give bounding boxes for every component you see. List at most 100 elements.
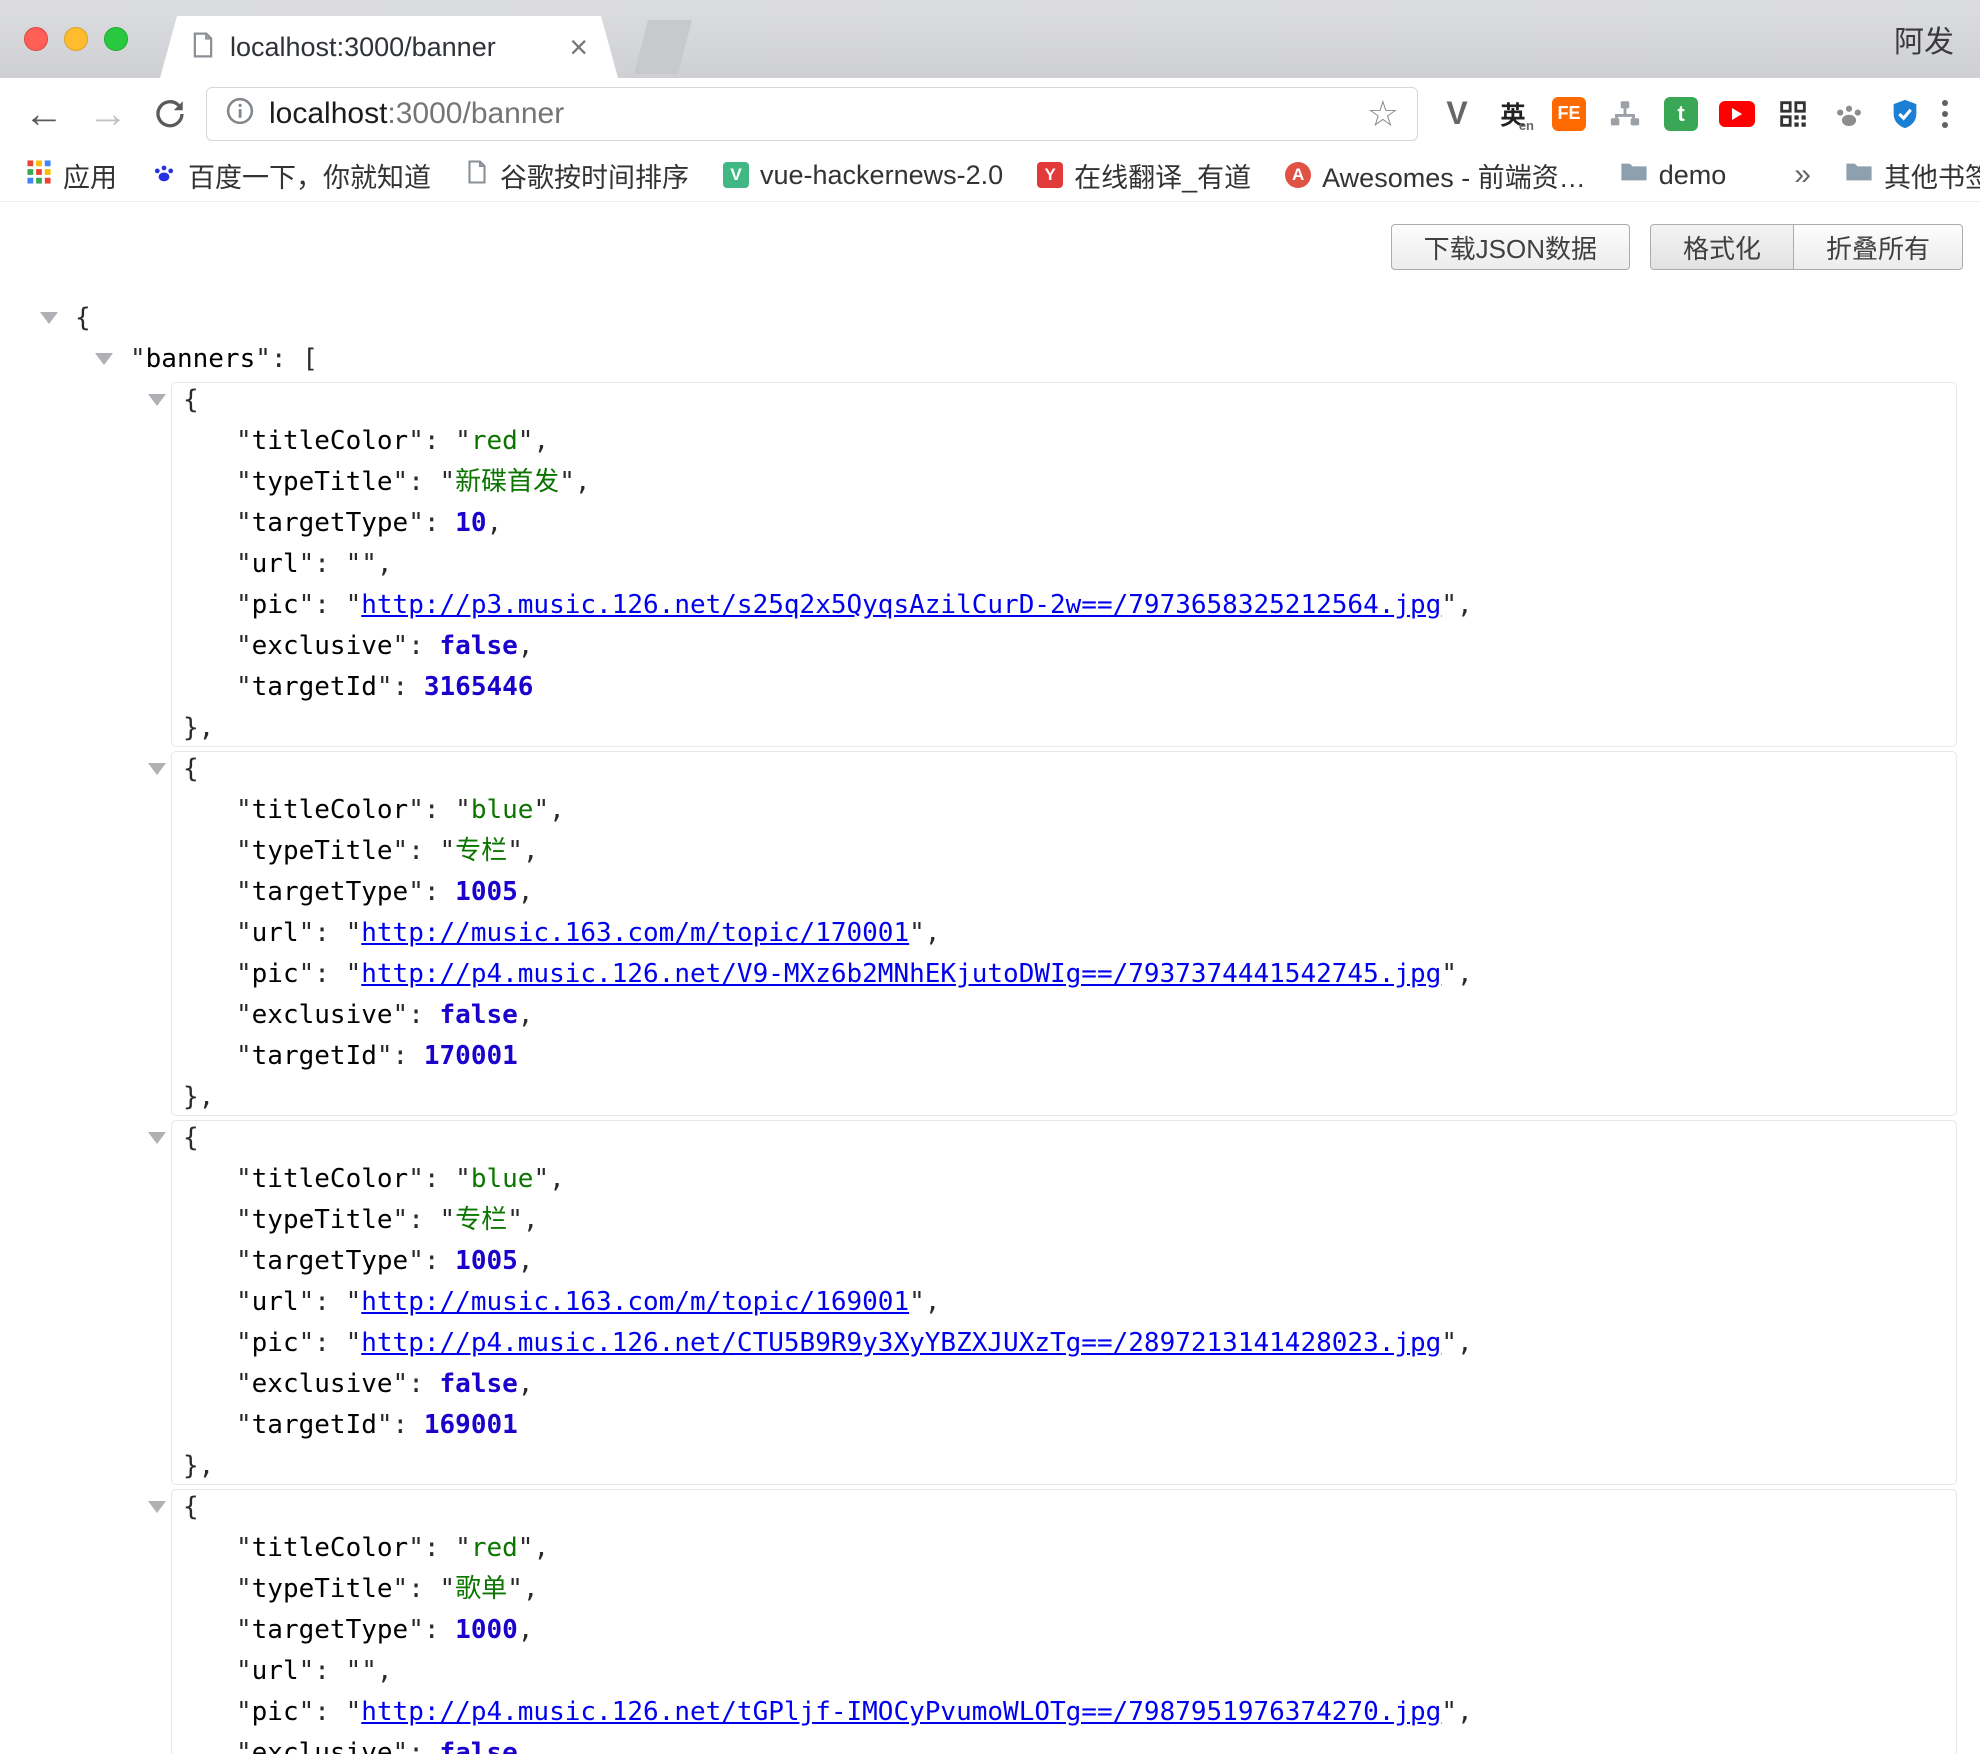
bookmark-google-sort[interactable]: 谷歌按时间排序: [465, 156, 689, 195]
json-object-close: },: [183, 708, 1957, 749]
collapse-all-button[interactable]: 折叠所有: [1793, 224, 1963, 270]
minimize-window-button[interactable]: [64, 27, 88, 51]
org-chart-extension-icon[interactable]: [1606, 95, 1644, 133]
tab-title: localhost:3000/banner: [230, 32, 557, 63]
json-property: "url": "http://music.163.com/m/topic/170…: [236, 913, 1957, 954]
bookmark-label: 谷歌按时间排序: [500, 156, 689, 195]
window-controls: [24, 27, 128, 51]
json-property: "url": "",: [236, 1651, 1957, 1692]
json-property: "targetType": 1005,: [236, 1241, 1957, 1282]
profile-name[interactable]: 阿发: [1894, 17, 1954, 61]
browser-toolbar: ← → localhost:3000/banner ☆ V 英en FE t: [0, 78, 1980, 149]
json-property: "pic": "http://p4.music.126.net/CTU5B9R9…: [236, 1323, 1957, 1364]
json-property: "pic": "http://p4.music.126.net/tGPljf-I…: [236, 1692, 1957, 1733]
json-property: "titleColor": "blue",: [236, 790, 1957, 831]
page-icon: [465, 160, 489, 191]
json-property: "targetType": 1005,: [236, 872, 1957, 913]
json-link[interactable]: http://p4.music.126.net/V9-MXz6b2MNhEKju…: [361, 959, 1441, 989]
apps-grid-icon: [26, 159, 52, 192]
page-content: 下载JSON数据 格式化 折叠所有 { "banners": [ {"title…: [0, 202, 1980, 1754]
collapse-toggle-icon[interactable]: [148, 1132, 166, 1144]
bookmark-label: vue-hackernews-2.0: [760, 160, 1003, 191]
url-host: localhost: [269, 97, 387, 130]
json-property: "targetId": 3165446: [236, 667, 1957, 708]
v-extension-icon[interactable]: V: [1438, 95, 1476, 133]
bookmark-label: 在线翻译_有道: [1074, 156, 1251, 195]
baidu-paw-icon: [151, 159, 177, 192]
json-toolbox: 下载JSON数据 格式化 折叠所有: [1391, 224, 1963, 270]
json-property: "typeTitle": "歌单",: [236, 1569, 1957, 1610]
json-property: "targetId": 170001: [236, 1036, 1957, 1077]
download-json-button[interactable]: 下载JSON数据: [1391, 224, 1630, 270]
json-property: "targetType": 1000,: [236, 1610, 1957, 1651]
url-path: :3000/banner: [387, 97, 564, 130]
bookmark-awesomes[interactable]: A Awesomes - 前端资…: [1285, 156, 1586, 195]
json-property: "targetId": 169001: [236, 1405, 1957, 1446]
url-text: localhost:3000/banner: [269, 97, 564, 131]
collapse-toggle-icon[interactable]: [148, 1501, 166, 1513]
json-property: "url": "",: [236, 544, 1957, 585]
bookmark-baidu[interactable]: 百度一下，你就知道: [151, 156, 431, 195]
new-tab-button[interactable]: [634, 20, 692, 74]
json-object-close: },: [183, 1077, 1957, 1118]
bookmarks-bar: 应用 百度一下，你就知道 谷歌按时间排序 V vue-hackernews-2.…: [0, 149, 1980, 202]
awesomes-icon: A: [1285, 162, 1311, 188]
tab-close-icon[interactable]: ×: [569, 31, 588, 63]
json-array-item: {"titleColor": "blue","typeTitle": "专栏",…: [183, 1118, 1957, 1487]
json-link[interactable]: http://music.163.com/m/topic/170001: [361, 918, 909, 948]
json-viewer: { "banners": [ {"titleColor": "red","typ…: [75, 298, 1957, 1754]
bookmark-star-icon[interactable]: ☆: [1367, 96, 1399, 132]
json-object-open: {: [183, 1118, 1957, 1159]
json-property: "pic": "http://p4.music.126.net/V9-MXz6b…: [236, 954, 1957, 995]
bookmark-apps[interactable]: 应用: [26, 156, 117, 195]
forward-button[interactable]: →: [88, 94, 128, 134]
paw-extension-icon[interactable]: [1830, 95, 1868, 133]
t-extension-icon[interactable]: t: [1662, 95, 1700, 133]
json-property: "exclusive": false,: [236, 1364, 1957, 1405]
bookmark-label: 其他书签: [1884, 156, 1980, 195]
bookmark-other-bookmarks[interactable]: 其他书签: [1845, 156, 1980, 195]
json-link[interactable]: http://p3.music.126.net/s25q2x5QyqsAzilC…: [361, 590, 1441, 620]
bookmarks-overflow-chevron[interactable]: »: [1794, 158, 1811, 192]
zoom-window-button[interactable]: [104, 27, 128, 51]
format-button[interactable]: 格式化: [1650, 224, 1794, 270]
fe-extension-icon[interactable]: FE: [1550, 95, 1588, 133]
json-banners-key: "banners": [: [130, 339, 1957, 380]
page-favicon-icon: [190, 32, 216, 63]
json-property: "exclusive": false,: [236, 626, 1957, 667]
collapse-toggle-icon[interactable]: [95, 353, 113, 365]
collapse-toggle-icon[interactable]: [148, 394, 166, 406]
json-array-item: {"titleColor": "red","typeTitle": "新碟首发"…: [183, 380, 1957, 749]
format-collapse-group: 格式化 折叠所有: [1650, 224, 1963, 270]
json-link[interactable]: http://p4.music.126.net/CTU5B9R9y3XyYBZX…: [361, 1328, 1441, 1358]
youtube-extension-icon[interactable]: [1718, 95, 1756, 133]
collapse-toggle-icon[interactable]: [40, 312, 58, 324]
collapse-toggle-icon[interactable]: [148, 763, 166, 775]
json-property: "targetType": 10,: [236, 503, 1957, 544]
extension-icons: V 英en FE t: [1438, 95, 1924, 133]
json-link[interactable]: http://p4.music.126.net/tGPljf-IMOCyPvum…: [361, 1697, 1441, 1727]
bookmark-folder-demo[interactable]: demo: [1620, 160, 1727, 191]
page-info-icon[interactable]: [225, 96, 255, 131]
close-window-button[interactable]: [24, 27, 48, 51]
json-object-open: {: [183, 1487, 1957, 1528]
json-property: "url": "http://music.163.com/m/topic/169…: [236, 1282, 1957, 1323]
json-property: "exclusive": false,: [236, 995, 1957, 1036]
shield-check-extension-icon[interactable]: [1886, 95, 1924, 133]
translate-extension-icon[interactable]: 英en: [1494, 95, 1532, 133]
folder-icon: [1620, 160, 1648, 191]
bookmark-label: demo: [1659, 160, 1727, 191]
qr-code-extension-icon[interactable]: [1774, 95, 1812, 133]
reload-button[interactable]: [152, 96, 188, 132]
json-array-items: {"titleColor": "red","typeTitle": "新碟首发"…: [183, 380, 1957, 1754]
bookmark-youdao[interactable]: Y 在线翻译_有道: [1037, 156, 1251, 195]
json-property: "typeTitle": "专栏",: [236, 831, 1957, 872]
json-object-open: {: [183, 380, 1957, 421]
json-property: "typeTitle": "专栏",: [236, 1200, 1957, 1241]
browser-tab[interactable]: localhost:3000/banner ×: [160, 16, 618, 78]
json-link[interactable]: http://music.163.com/m/topic/169001: [361, 1287, 909, 1317]
browser-menu-icon[interactable]: [1938, 96, 1952, 132]
back-button[interactable]: ←: [24, 94, 64, 134]
bookmark-vue-hackernews[interactable]: V vue-hackernews-2.0: [723, 160, 1003, 191]
address-bar[interactable]: localhost:3000/banner ☆: [206, 87, 1418, 141]
